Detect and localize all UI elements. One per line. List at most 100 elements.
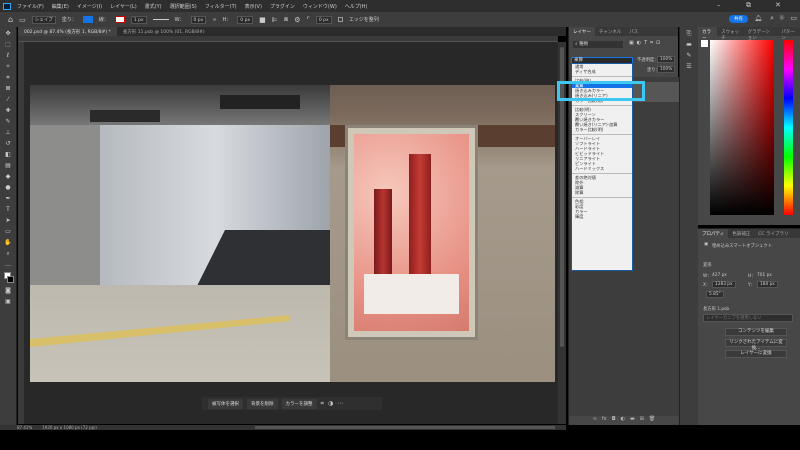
- bell-icon[interactable]: 🔔︎: [754, 15, 762, 22]
- gradient-tool-icon[interactable]: ▤: [3, 162, 13, 170]
- menu-window[interactable]: ウィンドウ(W): [303, 3, 337, 10]
- hand-tool-icon[interactable]: ✋: [3, 239, 13, 247]
- menu-image[interactable]: イメージ(I): [77, 3, 102, 10]
- stroke-width-input[interactable]: 1 px: [130, 15, 147, 24]
- eyedropper-tool-icon[interactable]: ⁄: [3, 96, 13, 104]
- close-button[interactable]: ✕: [775, 1, 781, 9]
- new-group-icon[interactable]: ▬: [630, 416, 635, 425]
- brush-settings-icon[interactable]: ✎: [684, 52, 694, 60]
- remove-background-button[interactable]: 背景を削除: [247, 398, 278, 409]
- height-input[interactable]: 0 px: [237, 15, 254, 24]
- path-ops-icon[interactable]: ■: [259, 16, 266, 24]
- adjustment-layer-icon[interactable]: ◐: [621, 416, 625, 425]
- tab-color[interactable]: カラー: [698, 27, 718, 41]
- fx-icon[interactable]: fx: [602, 416, 607, 425]
- screen-mode-icon[interactable]: ▣: [3, 298, 13, 306]
- comments-icon[interactable]: ▬: [684, 41, 694, 49]
- path-arrange-icon[interactable]: ⧈: [284, 15, 288, 24]
- brush-tool-icon[interactable]: ✎: [3, 118, 13, 126]
- gear-icon[interactable]: ⚙: [294, 16, 300, 24]
- tab-002-psd[interactable]: 002.psd @ 87.4% (長方形 1, RGB/8#) *: [18, 27, 117, 36]
- opacity-input[interactable]: 100%: [657, 56, 676, 63]
- history-icon[interactable]: ⎘: [684, 30, 694, 38]
- type-tool-icon[interactable]: T: [3, 206, 13, 214]
- dodge-tool-icon[interactable]: ●: [3, 184, 13, 192]
- shape-tool-icon[interactable]: ▭: [19, 16, 26, 24]
- tab-properties[interactable]: プロパティ: [698, 229, 729, 238]
- blur-tool-icon[interactable]: ◆: [3, 173, 13, 181]
- tab-rect-11-psb[interactable]: 長方形 11.psb @ 100% (01, RGB/8#): [117, 27, 211, 36]
- minimize-button[interactable]: –: [717, 1, 721, 9]
- marquee-tool-icon[interactable]: ⬚: [3, 41, 13, 49]
- tab-cc-libraries[interactable]: CC ライブラリ: [754, 229, 792, 238]
- y-input[interactable]: 184 px: [757, 281, 778, 288]
- blend-mode-option[interactable]: ハードミックス: [572, 166, 632, 171]
- edit-contents-button[interactable]: コンテンツを編集: [725, 328, 787, 336]
- more-tools-icon[interactable]: …: [3, 261, 13, 269]
- more-icon[interactable]: ⋯: [337, 400, 343, 407]
- tab-channels[interactable]: チャンネル: [595, 27, 625, 36]
- path-select-tool-icon[interactable]: ➤: [3, 217, 13, 225]
- h-value[interactable]: 701 px: [757, 273, 772, 278]
- link-icon[interactable]: ∞: [212, 17, 216, 23]
- lightbulb-icon[interactable]: ☼: [779, 14, 785, 22]
- stroke-style-select[interactable]: [152, 19, 169, 20]
- search-icon[interactable]: ⌕: [770, 14, 774, 23]
- stroke-swatch[interactable]: [114, 16, 125, 23]
- blend-mode-option[interactable]: ディザ合成: [572, 69, 632, 74]
- foreground-color[interactable]: [701, 40, 708, 47]
- menu-help[interactable]: ヘルプ(H): [345, 3, 368, 10]
- angle-input[interactable]: 5.85°: [706, 291, 724, 298]
- fill-swatch[interactable]: [82, 16, 93, 23]
- zoom-tool-icon[interactable]: ⌕: [3, 250, 13, 258]
- tab-swatches[interactable]: スウォッチ: [717, 27, 743, 41]
- w-value[interactable]: 427 px: [712, 273, 727, 278]
- healing-tool-icon[interactable]: ✚: [3, 107, 13, 115]
- pen-tool-icon[interactable]: ✒: [3, 195, 13, 203]
- rectangle-tool-icon[interactable]: ▭: [3, 228, 13, 236]
- horizontal-scrollbar[interactable]: [255, 426, 555, 429]
- convert-to-layers-button[interactable]: レイヤーに変換: [725, 350, 787, 358]
- history-brush-icon[interactable]: ↺: [3, 140, 13, 148]
- tab-paths[interactable]: パス: [625, 27, 642, 36]
- adjust-icon[interactable]: ☰: [684, 63, 694, 71]
- width-input[interactable]: 0 px: [190, 15, 207, 24]
- magic-wand-tool-icon[interactable]: ✧: [3, 63, 13, 71]
- lasso-tool-icon[interactable]: ℓ: [3, 52, 13, 60]
- mode-select[interactable]: シェイプ: [31, 15, 56, 24]
- layer-filter-select[interactable]: ⌕ 種類: [573, 41, 623, 48]
- new-layer-icon[interactable]: ⊞: [640, 416, 644, 425]
- crop-tool-icon[interactable]: ⌗: [3, 74, 13, 82]
- mask-icon[interactable]: ◑: [328, 400, 333, 407]
- layer-comp-select[interactable]: レイヤーカンプを適用しない: [703, 314, 793, 322]
- menu-filter[interactable]: フィルター(T): [205, 3, 237, 10]
- select-subject-button[interactable]: 被写体を選択: [208, 398, 243, 409]
- link-layers-icon[interactable]: ∞: [593, 416, 597, 425]
- frame-tool-icon[interactable]: ⊠: [3, 85, 13, 93]
- workspace-icon[interactable]: ▭: [790, 14, 797, 22]
- color-field[interactable]: [710, 40, 774, 215]
- document-image[interactable]: [30, 85, 555, 382]
- corner-radius-input[interactable]: 0 px: [315, 15, 332, 24]
- menu-layer[interactable]: レイヤー(L): [110, 3, 137, 10]
- add-mask-icon[interactable]: ◘: [612, 416, 616, 425]
- tab-patterns[interactable]: パターン: [777, 27, 800, 41]
- restore-button[interactable]: ⧉: [746, 1, 751, 10]
- hue-slider[interactable]: [784, 40, 793, 215]
- x-input[interactable]: 1283 px: [712, 281, 736, 288]
- convert-to-linked-button[interactable]: リンクされたアイテムに変換...: [725, 339, 787, 351]
- color-swatches[interactable]: [3, 272, 14, 284]
- filter-icons[interactable]: ▣◐T⌗⊡: [629, 40, 663, 46]
- zoom-level[interactable]: 87.41%: [17, 425, 32, 430]
- eraser-tool-icon[interactable]: ◧: [3, 151, 13, 159]
- blend-mode-option[interactable]: 除算: [572, 190, 632, 195]
- share-button[interactable]: 共有: [729, 15, 748, 23]
- tab-layers[interactable]: レイヤー: [569, 27, 595, 36]
- stamp-tool-icon[interactable]: ⊥: [3, 129, 13, 137]
- menu-select[interactable]: 選択範囲(S): [170, 3, 197, 10]
- move-tool-icon[interactable]: ✥: [3, 30, 13, 38]
- delete-layer-icon[interactable]: 🗑︎: [649, 416, 655, 425]
- menu-plugins[interactable]: プラグイン: [270, 3, 295, 10]
- blend-mode-option[interactable]: カラー比較(明): [572, 127, 632, 132]
- menu-view[interactable]: 表示(V): [245, 3, 262, 10]
